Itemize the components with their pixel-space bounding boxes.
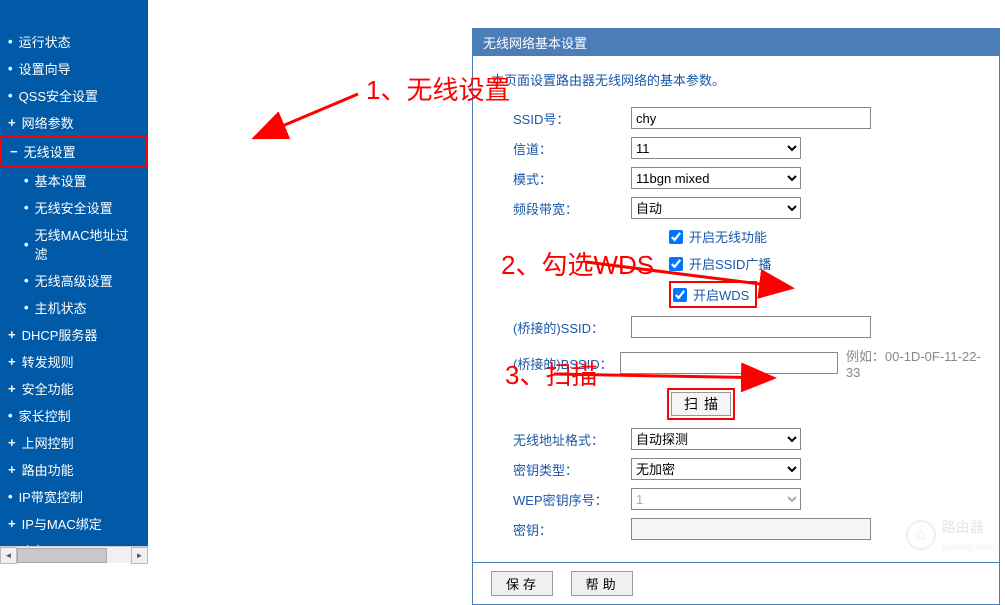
- sidebar-item-access[interactable]: 上网控制: [0, 429, 148, 456]
- help-button[interactable]: 帮助: [571, 571, 633, 596]
- key-label: 密钥：: [491, 520, 631, 539]
- annotation-2: 2、勾选WDS: [501, 245, 654, 282]
- main-content: 无线网络基本设置 本页面设置路由器无线网络的基本参数。 SSID号： 信道： 1…: [148, 0, 1005, 563]
- panel-title: 无线网络基本设置: [473, 29, 999, 56]
- panel-footer: 保存 帮助: [473, 562, 999, 604]
- channel-select[interactable]: 11: [631, 137, 801, 159]
- enable-wireless-checkbox[interactable]: [669, 230, 683, 244]
- sidebar-item-qss[interactable]: QSS安全设置: [0, 82, 148, 109]
- sidebar-item-secfunc[interactable]: 安全功能: [0, 375, 148, 402]
- bandwidth-label: 频段带宽：: [491, 199, 631, 218]
- addr-format-label: 无线地址格式：: [491, 430, 631, 449]
- sidebar-item-advanced[interactable]: 无线高级设置: [0, 267, 148, 294]
- sidebar-item-status[interactable]: 运行状态: [0, 28, 148, 55]
- sidebar-item-parental[interactable]: 家长控制: [0, 402, 148, 429]
- sidebar: 运行状态 设置向导 QSS安全设置 网络参数 无线设置 基本设置 无线安全设置 …: [0, 0, 148, 563]
- ssid-label: SSID号：: [491, 109, 631, 128]
- mode-select[interactable]: 11bgn mixed: [631, 167, 801, 189]
- scroll-right-icon[interactable]: ►: [131, 547, 148, 564]
- sidebar-sub-wireless: 基本设置 无线安全设置 无线MAC地址过滤 无线高级设置 主机状态: [0, 167, 148, 321]
- sidebar-item-network[interactable]: 网络参数: [0, 109, 148, 136]
- sidebar-item-wireless[interactable]: 无线设置: [0, 136, 148, 167]
- sidebar-item-wizard[interactable]: 设置向导: [0, 55, 148, 82]
- watermark-text: 路由器: [942, 519, 984, 535]
- save-button[interactable]: 保存: [491, 571, 553, 596]
- bridge-ssid-label: (桥接的)SSID：: [491, 318, 631, 337]
- sidebar-item-ipmac[interactable]: IP与MAC绑定: [0, 510, 148, 537]
- sidebar-item-security[interactable]: 无线安全设置: [0, 194, 148, 221]
- mode-label: 模式：: [491, 169, 631, 188]
- enable-wds-checkbox[interactable]: [673, 288, 687, 302]
- annotation-3: 3、扫描: [505, 355, 597, 392]
- scan-button[interactable]: 扫描: [671, 392, 731, 416]
- sidebar-item-forward[interactable]: 转发规则: [0, 348, 148, 375]
- scroll-left-icon[interactable]: ◄: [0, 547, 17, 564]
- addr-format-select[interactable]: 自动探测: [631, 428, 801, 450]
- sidebar-item-bandwidth[interactable]: IP带宽控制: [0, 483, 148, 510]
- sidebar-item-systools[interactable]: 系统工具: [0, 564, 148, 591]
- key-input: [631, 518, 871, 540]
- sidebar-item-hoststatus[interactable]: 主机状态: [0, 294, 148, 321]
- sidebar-item-basic[interactable]: 基本设置: [0, 167, 148, 194]
- enable-wireless-label: 开启无线功能: [689, 227, 767, 246]
- wep-index-select[interactable]: 1: [631, 488, 801, 510]
- wep-index-label: WEP密钥序号：: [491, 490, 631, 509]
- bssid-example: 例如：00-1D-0F-11-22-33: [846, 346, 981, 380]
- key-type-label: 密钥类型：: [491, 460, 631, 479]
- scrollbar-h-thumb[interactable]: [17, 548, 107, 563]
- scrollbar-horizontal[interactable]: ◄ ►: [0, 546, 148, 563]
- bridge-bssid-input[interactable]: [620, 352, 838, 374]
- panel-body: 本页面设置路由器无线网络的基本参数。 SSID号： 信道： 11 模式： 11b…: [473, 56, 999, 562]
- enable-ssid-broadcast-checkbox[interactable]: [669, 257, 683, 271]
- sidebar-item-dhcp[interactable]: DHCP服务器: [0, 321, 148, 348]
- panel-desc: 本页面设置路由器无线网络的基本参数。: [491, 70, 981, 89]
- channel-label: 信道：: [491, 139, 631, 158]
- watermark: ⌂ 路由器 luyouqi.com: [906, 517, 995, 553]
- key-type-select[interactable]: 无加密: [631, 458, 801, 480]
- annotation-1: 1、无线设置: [366, 70, 510, 107]
- ssid-input[interactable]: [631, 107, 871, 129]
- enable-wds-label: 开启WDS: [693, 285, 749, 304]
- watermark-icon: ⌂: [906, 520, 936, 550]
- sidebar-item-macfilter[interactable]: 无线MAC地址过滤: [0, 221, 148, 267]
- sidebar-item-routing[interactable]: 路由功能: [0, 456, 148, 483]
- bridge-ssid-input[interactable]: [631, 316, 871, 338]
- enable-ssid-broadcast-label: 开启SSID广播: [689, 254, 771, 273]
- bandwidth-select[interactable]: 自动: [631, 197, 801, 219]
- arrow-1-icon: [254, 94, 358, 138]
- watermark-sub: luyouqi.com: [942, 542, 995, 553]
